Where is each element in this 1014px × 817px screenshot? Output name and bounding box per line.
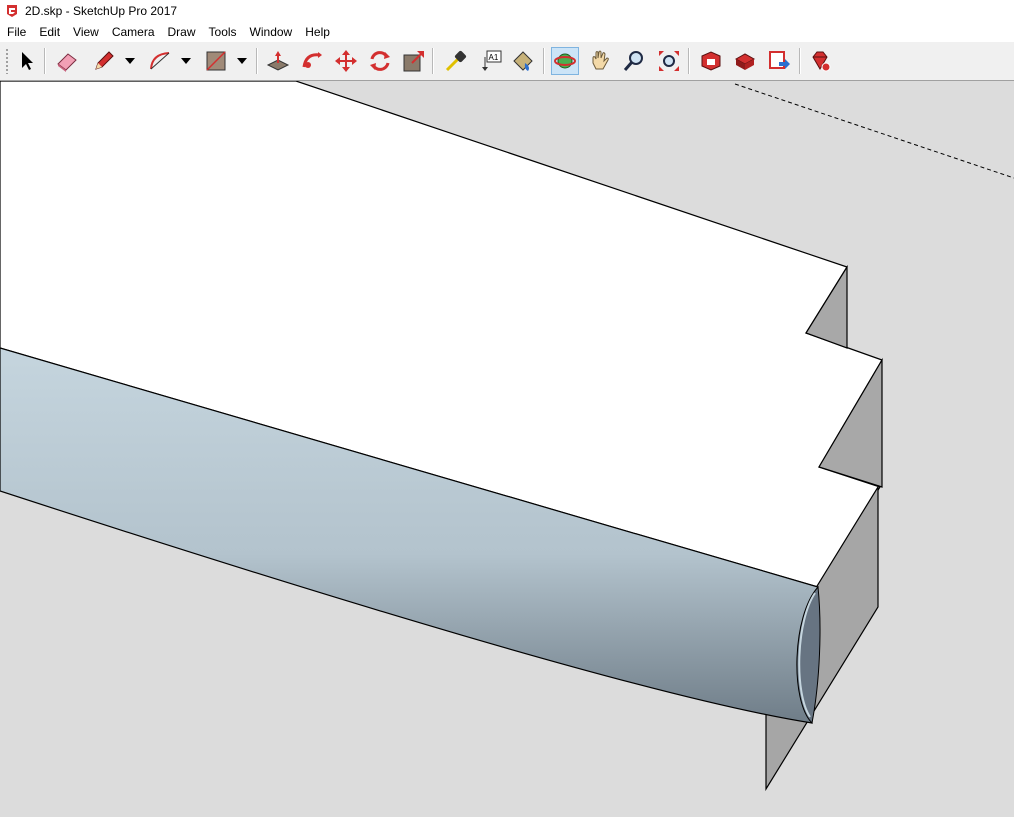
zoom-extents-icon bbox=[659, 51, 679, 71]
menu-bar: File Edit View Camera Draw Tools Window … bbox=[0, 22, 1014, 42]
follow-me-icon bbox=[302, 52, 322, 68]
menu-edit[interactable]: Edit bbox=[32, 22, 66, 42]
send-to-layout-icon bbox=[769, 51, 790, 69]
chevron-down-icon bbox=[181, 58, 191, 64]
menu-tools[interactable]: Tools bbox=[202, 22, 243, 42]
push-pull-icon bbox=[266, 51, 290, 71]
arc-icon bbox=[150, 52, 170, 70]
toolbar-separator bbox=[44, 48, 46, 74]
text-tool-label: A1 bbox=[489, 53, 499, 62]
zoom-tool-button[interactable] bbox=[620, 47, 648, 75]
chevron-down-icon bbox=[237, 58, 247, 64]
tape-measure-tool-button[interactable] bbox=[442, 47, 470, 75]
title-bar: 2D.skp - SketchUp Pro 2017 bbox=[0, 0, 1014, 22]
menu-file[interactable]: File bbox=[0, 22, 32, 42]
share-model-tool-button[interactable] bbox=[731, 47, 759, 75]
scale-tool-button[interactable] bbox=[400, 47, 428, 75]
3d-warehouse-icon bbox=[701, 51, 721, 71]
orbit-icon bbox=[554, 53, 576, 69]
orbit-tool-button[interactable] bbox=[551, 47, 579, 75]
arc-tool-button[interactable] bbox=[146, 47, 174, 75]
sketchup-logo-icon bbox=[7, 5, 17, 17]
model-drawing[interactable] bbox=[0, 81, 1014, 817]
send-to-layout-tool-button[interactable] bbox=[765, 47, 793, 75]
move-tool-button[interactable] bbox=[332, 47, 360, 75]
menu-camera[interactable]: Camera bbox=[105, 22, 161, 42]
pencil-dropdown[interactable] bbox=[124, 55, 136, 67]
zoom-extents-tool-button[interactable] bbox=[655, 47, 683, 75]
pencil-tool-button[interactable] bbox=[90, 47, 118, 75]
rectangle-icon bbox=[206, 51, 226, 71]
hand-icon bbox=[592, 50, 609, 70]
toolbar-separator bbox=[543, 48, 545, 74]
toolbar-separator bbox=[432, 48, 434, 74]
push-pull-tool-button[interactable] bbox=[264, 47, 292, 75]
toolbar-separator bbox=[256, 48, 258, 74]
guide-line bbox=[734, 83, 1014, 179]
chevron-down-icon bbox=[125, 58, 135, 64]
rectangle-tool-button[interactable] bbox=[202, 47, 230, 75]
follow-me-tool-button[interactable] bbox=[298, 47, 326, 75]
menu-draw[interactable]: Draw bbox=[161, 22, 202, 42]
magnifier-icon bbox=[623, 51, 643, 71]
select-tool-button[interactable] bbox=[13, 47, 41, 75]
pan-tool-button[interactable] bbox=[586, 47, 614, 75]
text-tool-button[interactable]: A1 bbox=[477, 47, 505, 75]
rotate-tool-button[interactable] bbox=[366, 47, 394, 75]
eraser-icon bbox=[57, 53, 77, 72]
tape-measure-icon bbox=[445, 50, 467, 72]
pencil-icon bbox=[95, 51, 114, 70]
paint-bucket-tool-button[interactable] bbox=[509, 47, 537, 75]
window-title: 2D.skp - SketchUp Pro 2017 bbox=[25, 4, 178, 18]
menu-window[interactable]: Window bbox=[243, 22, 299, 42]
getting-started-toolbar: A1 bbox=[0, 42, 1014, 81]
model-viewport[interactable] bbox=[0, 81, 1014, 817]
rotate-icon bbox=[370, 51, 390, 71]
toolbar-separator bbox=[688, 48, 690, 74]
toolbar-separator bbox=[799, 48, 801, 74]
eraser-tool-button[interactable] bbox=[53, 47, 81, 75]
move-icon bbox=[335, 50, 357, 72]
share-model-icon bbox=[734, 53, 756, 70]
text-label-icon: A1 bbox=[482, 50, 502, 71]
menu-help[interactable]: Help bbox=[298, 22, 336, 42]
warehouse-tool-button[interactable] bbox=[697, 47, 725, 75]
arc-dropdown[interactable] bbox=[180, 55, 192, 67]
toolbar-grip[interactable] bbox=[5, 48, 9, 74]
ruby-gem-icon bbox=[812, 51, 831, 72]
arrow-cursor-icon bbox=[22, 52, 33, 70]
menu-view[interactable]: View bbox=[66, 22, 105, 42]
paint-bucket-icon bbox=[513, 51, 533, 71]
scale-icon bbox=[403, 51, 424, 72]
rectangle-dropdown[interactable] bbox=[236, 55, 248, 67]
extension-warehouse-tool-button[interactable] bbox=[806, 47, 834, 75]
